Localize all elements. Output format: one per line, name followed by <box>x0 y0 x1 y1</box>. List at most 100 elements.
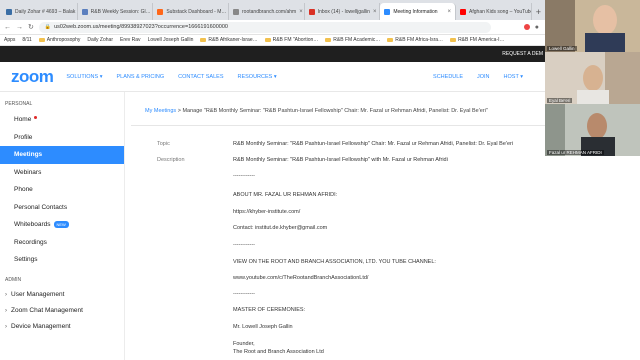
back-icon[interactable]: ← <box>4 24 11 31</box>
video-tile-lowell-gallin[interactable]: Lowell Gallin <box>545 0 640 52</box>
nav-contact-sales[interactable]: CONTACT SALES <box>178 74 223 80</box>
sidebar-item-profile[interactable]: Profile <box>0 129 124 147</box>
video-tile-fazal-afridi[interactable]: Fazal ur REHMAN AFRIDI <box>545 104 640 156</box>
bookmark-label: Anthroposophy <box>46 37 81 43</box>
breadcrumb-separator: > <box>177 108 181 114</box>
tab-title: R&B Weekly Session: Gl… <box>90 8 151 15</box>
browser-tab[interactable]: Inbox (14) - lowelljgallin × <box>305 3 381 20</box>
sidebar-item-label: Zoom Chat Management <box>11 307 83 314</box>
sidebar-item-personal-contacts[interactable]: Personal Contacts <box>0 199 124 217</box>
bookmark-item[interactable]: R&B FM "Abortion… <box>264 37 318 43</box>
bookmark-label: R&B FM Academic… <box>333 37 381 43</box>
extension-icon[interactable] <box>523 24 530 30</box>
sidebar-item-label: Settings <box>14 256 38 264</box>
participant-video <box>545 52 640 104</box>
url-text: us02web.zoom.us/meeting/89938927023?occu… <box>54 24 228 30</box>
request-demo-link[interactable]: REQUEST A DEM <box>502 51 543 57</box>
join-link[interactable]: JOIN <box>477 74 490 80</box>
bookmark-item[interactable]: Anthroposophy <box>38 37 81 43</box>
tab-close-icon[interactable]: × <box>448 9 452 15</box>
breadcrumb: My Meetings > Manage "R&B Monthly Semina… <box>145 108 488 114</box>
description-line: MASTER OF CEREMONIES: <box>233 307 306 313</box>
bookmark-item[interactable]: 8/11 <box>22 37 31 43</box>
bookmark-item[interactable]: Lowell Joseph Gallin <box>148 37 194 43</box>
bookmark-item[interactable]: R&B FM Academic… <box>325 37 380 43</box>
host-dropdown[interactable]: HOST ▾ <box>504 74 523 80</box>
tab-close-icon[interactable]: × <box>299 9 303 15</box>
browser-tab[interactable]: R&B Weekly Session: Gl…× <box>78 3 154 20</box>
tab-favicon-icon <box>81 8 88 15</box>
breadcrumb-current: Manage "R&B Monthly Seminar: "R&B Pashtu… <box>182 108 488 114</box>
video-tile-eyal-beeri[interactable]: Eyal Be'eri <box>545 52 640 104</box>
bookmark-item[interactable]: R&B Afrikaner-Israe… <box>200 37 258 43</box>
folder-icon <box>264 38 271 42</box>
nav-resources[interactable]: RESOURCES ▾ <box>238 74 277 80</box>
url-field[interactable]: 🔒 us02web.zoom.us/meeting/89938927023?oc… <box>38 21 491 33</box>
tab-favicon-icon <box>157 8 164 15</box>
sidebar-item-home[interactable]: Home <box>0 111 124 129</box>
folder-icon <box>450 38 457 42</box>
tab-title: Afghan Kids song – YouTube <box>469 8 532 15</box>
bookmark-item[interactable]: R&B FM Africa-Isra… <box>387 37 443 43</box>
nav-plans-pricing[interactable]: PLANS & PRICING <box>116 74 164 80</box>
profile-icon[interactable]: ● <box>535 24 539 31</box>
browser-tab[interactable]: Meeting Information × <box>380 3 457 20</box>
sidebar-item-whiteboards[interactable]: Whiteboards NEW <box>0 216 124 234</box>
chevron-right-icon: › <box>5 307 7 314</box>
sidebar-item-user-management[interactable]: › User Management <box>0 287 124 303</box>
description-line: Contact: institut.de.khyber@gmail.com <box>233 225 328 231</box>
tab-favicon-icon <box>460 8 467 15</box>
sidebar-item-settings[interactable]: Settings <box>0 251 124 269</box>
nav-solutions[interactable]: SOLUTIONS ▾ <box>66 74 102 80</box>
sidebar-item-phone[interactable]: Phone <box>0 181 124 199</box>
sidebar-item-webinars[interactable]: Webinars <box>0 164 124 182</box>
sidebar-item-zoom-chat-management[interactable]: › Zoom Chat Management <box>0 303 124 319</box>
browser-tab[interactable]: rootandbranch.com/ahm × <box>229 3 305 20</box>
breadcrumb-my-meetings[interactable]: My Meetings <box>145 108 176 114</box>
description-link[interactable]: www.youtube.com/c/TheRootandBranchAssoci… <box>233 275 368 281</box>
bookmark-item[interactable]: Erev Rav <box>120 37 141 43</box>
zoom-header: zoom SOLUTIONS ▾ PLANS & PRICING CONTACT… <box>0 62 545 92</box>
bookmark-label: R&B Afrikaner-Israe… <box>208 37 258 43</box>
sidebar-item-device-management[interactable]: › Device Management <box>0 319 124 335</box>
reload-icon[interactable]: ↻ <box>28 23 34 31</box>
sidebar-item-label: Home <box>14 116 32 124</box>
description-line: ABOUT MR. FAZAL UR REHMAN AFRIDI: <box>233 192 338 198</box>
sidebar-item-meetings[interactable]: Meetings <box>0 146 124 164</box>
sidebar-item-label: Recordings <box>14 238 47 246</box>
participant-name: Lowell Gallin <box>547 46 577 51</box>
browser-tab[interactable]: Daily Zohar # 4693 – Balak× <box>2 3 78 20</box>
chevron-right-icon: › <box>5 291 7 298</box>
description-link[interactable]: https://khyber-institute.com/ <box>233 209 300 215</box>
participant-name: Eyal Be'eri <box>547 98 573 103</box>
description-line: VIEW ON THE ROOT AND BRANCH ASSOCIATION,… <box>233 259 436 265</box>
description-line: Mr. Lowell Joseph Gallin <box>233 324 293 330</box>
bookmark-item[interactable]: Apps <box>4 37 15 43</box>
browser-tab[interactable]: Substack Dashboard - M…× <box>153 3 230 20</box>
chevron-right-icon: › <box>5 323 7 330</box>
bookmark-label: Apps <box>4 37 16 43</box>
description-line: R&B Monthly Seminar: "R&B Pashtun-Israel… <box>233 157 448 163</box>
browser-tab[interactable]: Afghan Kids song – YouTube× <box>456 3 532 20</box>
meeting-details: My Meetings > Manage "R&B Monthly Semina… <box>126 92 545 360</box>
zoom-logo[interactable]: zoom <box>11 67 54 87</box>
sidebar-item-recordings[interactable]: Recordings <box>0 234 124 252</box>
sidebar-item-label: Personal Contacts <box>14 203 68 211</box>
bookmark-item[interactable]: Daily Zohar <box>87 37 113 43</box>
tab-title: Daily Zohar # 4693 – Balak <box>15 8 76 15</box>
forward-icon[interactable]: → <box>16 24 23 31</box>
bookmark-label: Daily Zohar <box>87 37 113 43</box>
description-line: ------------ <box>233 242 255 248</box>
description-line: ------------ <box>233 291 255 297</box>
tab-close-icon[interactable]: × <box>373 9 377 15</box>
sidebar-item-label: User Management <box>11 291 65 298</box>
new-tab-button[interactable]: + <box>532 3 545 20</box>
tab-favicon-icon <box>233 8 240 15</box>
participant-video <box>545 0 640 52</box>
bookmarks-bar: Apps 8/11 Anthroposophy Daily Zohar Erev Rav… <box>0 35 545 46</box>
schedule-link[interactable]: SCHEDULE <box>433 74 463 80</box>
folder-icon <box>38 38 45 42</box>
bookmark-item[interactable]: R&B FM America-I… <box>450 37 504 43</box>
sidebar-item-label: Whiteboards <box>14 221 51 229</box>
bookmark-label: 8/11 <box>22 37 32 43</box>
